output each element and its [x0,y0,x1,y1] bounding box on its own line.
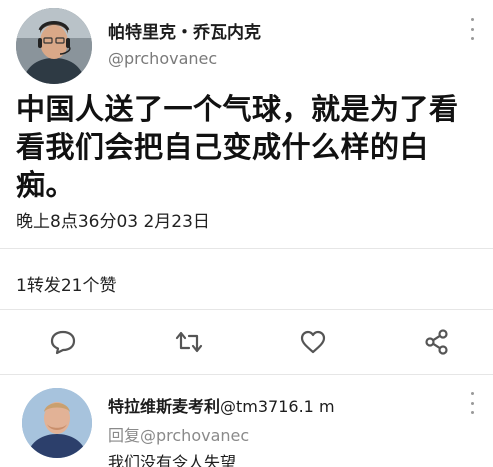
reply-avatar-image [22,388,92,458]
divider [0,374,493,375]
tweet-timestamp: 晚上8点36分03 2月23日 [16,212,210,232]
share-button[interactable] [421,326,453,358]
divider [0,248,493,249]
author-display-name[interactable]: 帕特里克・乔瓦内克 [108,18,261,43]
tweet-text: 中国人送了一个气球，就是为了看看我们会把自己变成什么样的白痴。 [16,92,459,202]
heart-icon [300,330,326,354]
speech-bubble-icon [50,330,76,355]
reply-text: 我们没有令人失望 [108,453,237,467]
author-avatar[interactable] [16,8,92,84]
like-button[interactable] [297,326,329,358]
reply-author-name[interactable]: 特拉维斯麦考利 [108,397,220,416]
tweet-detail-page: 帕特里克・乔瓦内克 @prchovanec 中国人送了一个气球，就是为了看看我们… [0,0,493,467]
author-avatar-image [16,8,92,84]
reply-author-avatar[interactable] [22,388,92,458]
replying-to-label[interactable]: 回复@prchovanec [108,422,249,446]
reply-more-options-icon[interactable] [466,392,478,414]
share-icon [425,329,448,355]
engagement-counts[interactable]: 1转发21个赞 [16,271,116,296]
divider [0,309,493,310]
retweet-icon [175,331,203,353]
author-handle[interactable]: @prchovanec [108,49,217,68]
tweet-actions [0,322,493,362]
reply-button[interactable] [47,326,79,358]
reply-author-line[interactable]: 特拉维斯麦考利@tm3716.1 m [108,393,335,417]
reply-author-handle: @tm3716.1 m [220,397,335,416]
more-options-icon[interactable] [466,18,478,40]
retweet-button[interactable] [173,326,205,358]
